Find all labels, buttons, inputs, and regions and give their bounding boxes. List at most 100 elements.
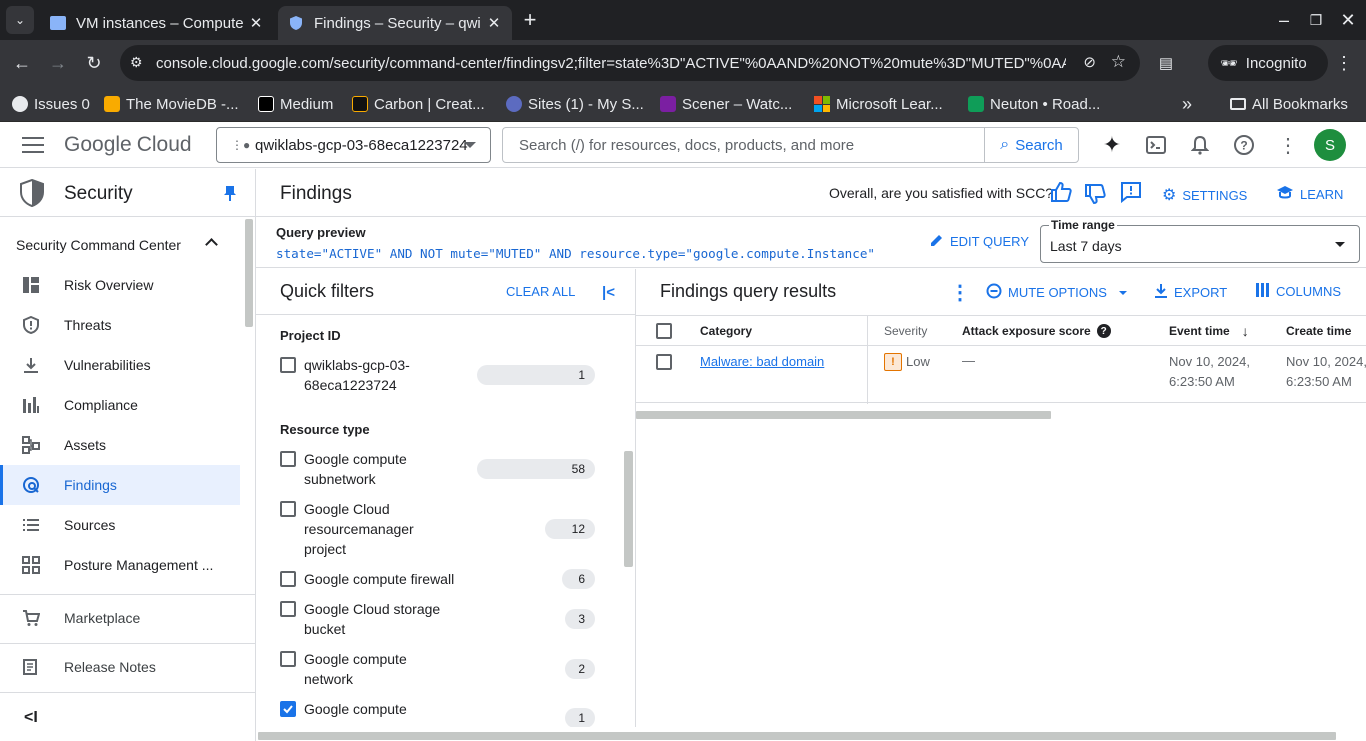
eye-off-icon[interactable]: ⊘ [1083,53,1096,71]
minimize-icon[interactable]: – [1270,6,1298,34]
reload-icon[interactable]: ↻ [80,49,108,77]
notifications-icon[interactable] [1188,133,1212,157]
browser-menu-icon[interactable]: ⋮ [1330,49,1358,77]
header-label: Severity [884,324,928,338]
cloud-shell-icon[interactable] [1144,133,1168,157]
column-header-severity[interactable]: Severity [884,316,927,346]
results-title: Findings query results [660,281,837,301]
close-tab-icon[interactable]: ✕ [486,14,502,32]
filter-option[interactable]: Google compute network [280,649,610,689]
filter-checkbox[interactable] [280,651,296,667]
bookmark-item[interactable]: Neuton • Road... [968,92,1100,116]
download-icon [22,356,40,374]
columns-button[interactable]: COLUMNS [1256,283,1341,300]
thumbs-up-icon[interactable] [1050,181,1072,208]
filter-checkbox[interactable] [280,601,296,617]
mute-options-button[interactable]: MUTE OPTIONS [986,283,1127,302]
url-input[interactable]: ⚙ console.cloud.google.com/security/comm… [120,45,1140,81]
filters-scrollbar[interactable] [624,451,633,567]
pin-icon[interactable] [224,185,236,201]
more-options-icon[interactable]: ⋮ [1276,133,1300,157]
bookmark-item[interactable]: Medium [258,92,333,116]
help-circle-icon[interactable]: ? [1096,324,1111,338]
filter-checkbox-checked[interactable] [280,701,296,717]
filter-checkbox[interactable] [280,501,296,517]
bookmark-item[interactable]: Carbon | Creat... [352,92,485,116]
close-tab-icon[interactable]: ✕ [248,14,264,32]
bookmark-item[interactable]: Scener – Watc... [660,92,792,116]
all-bookmarks[interactable]: All Bookmarks [1230,92,1348,116]
column-header-attack-exposure[interactable]: Attack exposure score ? [962,316,1111,346]
sidebar-item-marketplace[interactable]: Marketplace [0,598,240,638]
reading-list-icon[interactable]: ▤ [1152,49,1180,77]
sidebar-item-compliance[interactable]: Compliance [0,385,240,425]
new-tab-icon[interactable]: + [516,6,544,34]
project-selector[interactable]: ⋮● qwiklabs-gcp-03-68eca1223724 [216,127,491,163]
clear-all-button[interactable]: CLEAR ALL [506,284,575,299]
avatar[interactable]: S [1314,129,1346,161]
help-icon[interactable]: ? [1232,133,1256,157]
sidebar-section-header[interactable]: Security Command Center [16,237,226,257]
sidebar-item-sources[interactable]: Sources [0,505,240,545]
main-menu-icon[interactable] [22,135,44,155]
filter-option[interactable]: Google compute firewall [280,569,610,589]
sidebar-item-assets[interactable]: Assets [0,425,240,465]
learn-button[interactable]: LEARN [1276,185,1343,204]
filter-checkbox[interactable] [280,357,296,373]
column-header-category[interactable]: Category [700,316,752,346]
gemini-sparkle-icon[interactable]: ✦ [1100,132,1124,157]
collapse-sidebar-icon[interactable]: <I [24,709,38,727]
dropdown-arrow-icon [464,142,476,148]
time-range-select[interactable]: Time range Last 7 days [1040,218,1360,263]
page-horizontal-scrollbar[interactable] [258,732,1336,740]
browser-tab-findings[interactable]: Findings – Security – qwi ✕ [278,6,512,40]
sidebar-item-risk-overview[interactable]: Risk Overview [0,265,240,305]
more-bookmarks-icon[interactable]: » [1182,92,1192,116]
browser-tab-vm-instances[interactable]: VM instances – Compute ✕ [40,6,274,40]
bookmark-star-icon[interactable]: ☆ [1111,52,1126,72]
sidebar-item-release-notes[interactable]: Release Notes [0,647,240,687]
tab-search-chevron-icon[interactable]: ⌄ [6,6,34,34]
column-header-create-time[interactable]: Create time [1286,316,1351,346]
window-close-icon[interactable]: ✕ [1334,6,1362,34]
filter-option[interactable]: Google Cloud storage bucket [280,599,610,639]
filter-checkbox[interactable] [280,571,296,587]
settings-button[interactable]: ⚙ SETTINGS [1162,185,1247,205]
row-checkbox[interactable] [656,354,672,370]
select-all-checkbox[interactable] [656,323,672,339]
results-more-icon[interactable]: ⋮ [950,280,970,305]
bookmark-item[interactable]: Microsoft Lear... [814,92,943,116]
maximize-icon[interactable]: ❐ [1302,6,1330,34]
filter-checkbox[interactable] [280,451,296,467]
table-row[interactable]: Malware: bad domain ! Low — Nov 10, 2024… [636,347,1366,403]
filter-count: 1 [565,708,595,727]
bookmark-item[interactable]: Sites (1) - My S... [506,92,644,116]
search-input[interactable]: Search (/) for resources, docs, products… [502,127,1079,163]
forward-icon[interactable]: → [44,49,72,77]
site-info-icon[interactable]: ⚙ [130,54,143,71]
back-icon[interactable]: ← [8,49,36,77]
sidebar-item-findings[interactable]: Findings [0,465,240,505]
sidebar-scrollbar[interactable] [245,219,253,327]
google-cloud-logo[interactable]: Google Cloud [64,133,192,157]
collapse-panel-icon[interactable]: |< [602,284,615,301]
edit-query-button[interactable]: EDIT QUERY [930,233,1029,250]
time-range-value: Last 7 days [1050,238,1122,254]
incognito-indicator[interactable]: 🕶 Incognito [1208,45,1328,81]
finding-category-link[interactable]: Malware: bad domain [700,354,824,369]
mute-options-label: MUTE OPTIONS [1008,285,1107,300]
table-horizontal-scrollbar[interactable] [636,411,1051,419]
time-range-label: Time range [1049,218,1117,232]
search-button[interactable]: ⌕ Search [984,128,1078,162]
bookmark-item[interactable]: Issues 0 [12,92,90,116]
filter-option[interactable]: Google compute [280,699,610,719]
feedback-comment-icon[interactable] [1120,181,1142,208]
thumbs-down-icon[interactable] [1084,183,1106,210]
sidebar-item-threats[interactable]: Threats [0,305,240,345]
bookmark-item[interactable]: The MovieDB -... [104,92,239,116]
sidebar-item-vulnerabilities[interactable]: Vulnerabilities [0,345,240,385]
filter-label: subnetwork [304,471,376,487]
column-header-event-time[interactable]: Event time ↓ [1169,316,1249,346]
sidebar-item-posture-management[interactable]: Posture Management ... [0,545,240,585]
export-button[interactable]: EXPORT [1154,283,1227,302]
